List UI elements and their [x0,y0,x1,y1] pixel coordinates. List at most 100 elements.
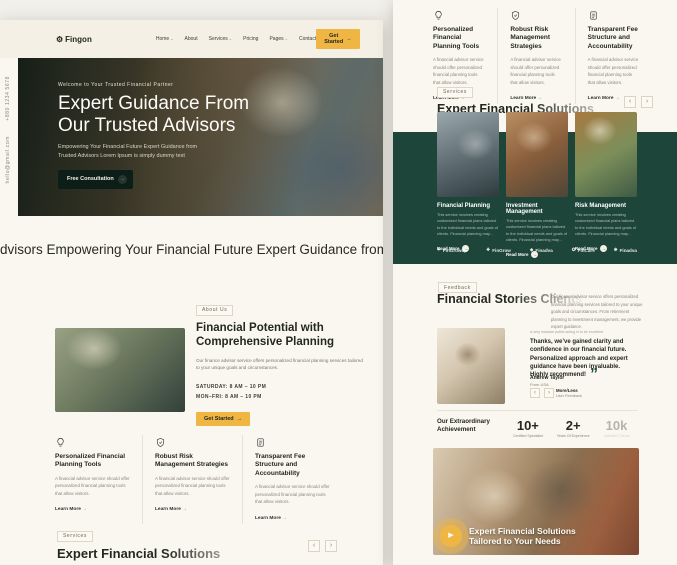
play-icon[interactable]: ▶ [440,525,462,547]
carousel-arrows: ‹ › [624,96,653,108]
nav-item-about[interactable]: About [185,36,198,42]
stat-value: 10k [604,418,630,433]
next-arrow-button[interactable]: › [544,388,554,398]
service-cards: Financial Planning This service involves… [437,112,637,261]
nav-item-home[interactable]: Home⌄ [156,36,174,42]
stat-value: 2+ [557,418,590,433]
prev-arrow-button[interactable]: ‹ [308,540,320,552]
testimonial-origin: From USA [530,382,549,387]
about-section: About Us Financial Potential with Compre… [196,298,372,426]
about-photo [55,328,185,412]
about-title: Financial Potential with Comprehensive P… [196,321,372,350]
hours-saturday: SATURDAY: 8 AM – 10 PM [196,382,372,393]
design-canvas: ⚙ Fingon Home⌄ About Services⌄ Pricing P… [0,0,677,565]
logo-text: Fingon [65,35,92,44]
risk-shield-icon [510,8,521,19]
feature-col-fee-structure: Transparent Fee Structure and Accountabi… [242,435,342,524]
features-row: Personalized Financial Planning Tools A … [55,435,342,524]
chevron-down-icon: ⌄ [285,36,288,41]
logo-mark-icon: ◆ [530,247,534,253]
feature-body: A financial advisor service should offer… [55,475,130,497]
feature-title: Personalized Financial Planning Tools [55,453,130,470]
about-get-started-button[interactable]: Get Started → [196,412,250,426]
service-card-title: Risk Management [575,203,637,209]
stat-years-experience: 2+ Years Of Experience [557,418,590,438]
partner-logo: ❖FinGrow [486,247,511,253]
next-arrow-button[interactable]: › [325,540,337,552]
arrow-right-icon: → [346,36,352,42]
lightbulb-icon [55,435,66,446]
feature-col-planning-tools: Personalized Financial Planning Tools A … [55,435,142,524]
service-card-title: Investment Management [506,203,568,215]
phone-vertical[interactable]: +880 1234 5678 [5,76,11,121]
service-card-body: This service involves creating customize… [437,212,499,237]
learn-more-link[interactable]: Learn More → [255,516,287,521]
video-caption: Expert Financial Solutions Tailored to Y… [469,526,576,546]
fee-document-icon [255,435,266,446]
arrow-right-icon: → [118,175,127,184]
email-vertical[interactable]: hello@gmail.com [5,136,11,183]
feature-title: Transparent Fee Structure and Accountabi… [588,26,640,51]
risk-shield-icon [155,435,166,446]
gear-icon: ⚙ [56,35,63,44]
learn-more-link[interactable]: Learn More → [155,507,187,512]
opening-hours: SATURDAY: 8 AM – 10 PM MON–FRI: 8 AM – 1… [196,382,372,403]
stats-title: Our Extraordinary Achievement [437,418,499,434]
feedback-intro: Our finance advisor service offers perso… [551,293,643,331]
pager-sublabel: User Feedback [556,394,582,398]
hours-weekdays: MON–FRI: 8 AM – 10 PM [196,392,372,403]
vertical-contact-strip: +880 1234 5678 hello@gmail.com [0,58,18,216]
service-card-body: This service involves creating customize… [506,218,568,243]
arrow-right-icon: → [282,516,287,521]
services-title: Expert Financial Solutions [57,546,277,561]
services-eyebrow: Services [57,531,93,542]
partner-logos: ✦FinGrowup ❖FinGrow ◆Finadva ✪FinCare ❋F… [437,247,637,253]
partner-logo: ❋Finadva [614,247,637,253]
nav-item-services[interactable]: Services⌄ [209,36,233,42]
right-page-screenshot: Personalized Financial Planning Tools A … [393,0,677,565]
logo-mark-icon: ✪ [572,247,576,253]
service-card-photo [506,112,568,197]
arrow-right-icon: → [82,507,87,512]
logo-mark-icon: ✦ [437,247,441,253]
services-section-header: Services Expert Financial Solutions ‹ › [437,80,653,116]
next-arrow-button[interactable]: › [641,96,653,108]
service-card-photo [575,112,637,197]
arrow-right-icon: → [182,507,187,512]
prev-arrow-button[interactable]: ‹ [530,388,540,398]
testimonial-label: A very massive public acting in to be ex… [530,330,603,334]
logo-mark-icon: ❋ [614,247,618,253]
testimonial-arrows: ‹ › [530,388,554,398]
logo[interactable]: ⚙ Fingon [56,35,92,44]
feature-body: A financial advisor service should offer… [255,483,330,505]
services-section-header: Services Expert Financial Solutions ‹ › [57,524,337,561]
testimonial-pager: More/Less User Feedback [556,388,582,398]
service-card-investment-management: Investment Management This service invol… [506,112,568,261]
stat-value: 10+ [513,418,543,433]
feature-title: Robust Risk Management Strategies [155,453,230,470]
service-card-body: This service involves creating customize… [575,212,637,237]
nav-item-contact[interactable]: Contact [299,36,316,42]
nav-item-pages[interactable]: Pages⌄ [269,36,288,42]
learn-more-link[interactable]: Learn More → [55,507,87,512]
service-card-title: Financial Planning [437,203,499,209]
get-started-button[interactable]: Get Started → [316,29,359,49]
nav-item-pricing[interactable]: Pricing [243,36,258,42]
hero-subtitle: Empowering Your Financial Future Expert … [58,143,208,161]
stat-label: Certified Specialist [513,434,543,438]
partner-logo: ◆Finadva [530,247,553,253]
arrow-right-icon: → [237,416,243,422]
stat-label: Satisfied Clients [604,434,630,438]
quote-mark-icon: ” [590,366,598,384]
left-page-screenshot: ⚙ Fingon Home⌄ About Services⌄ Pricing P… [0,20,383,565]
stats-row: Our Extraordinary Achievement 10+ Certif… [437,410,638,438]
stat-label: Years Of Experience [557,434,590,438]
feature-body: A financial advisor service should offer… [155,475,230,497]
services-eyebrow: Services [437,87,473,98]
hero-eyebrow: Welcome to Your Trusted Financial Partne… [58,82,288,88]
carousel-arrows: ‹ › [308,540,337,552]
feature-col-risk-management: Robust Risk Management Strategies A fina… [142,435,242,524]
prev-arrow-button[interactable]: ‹ [624,96,636,108]
stat-satisfied-clients: 10k Satisfied Clients [604,418,630,438]
free-consultation-button[interactable]: Free Consultation → [58,170,133,189]
